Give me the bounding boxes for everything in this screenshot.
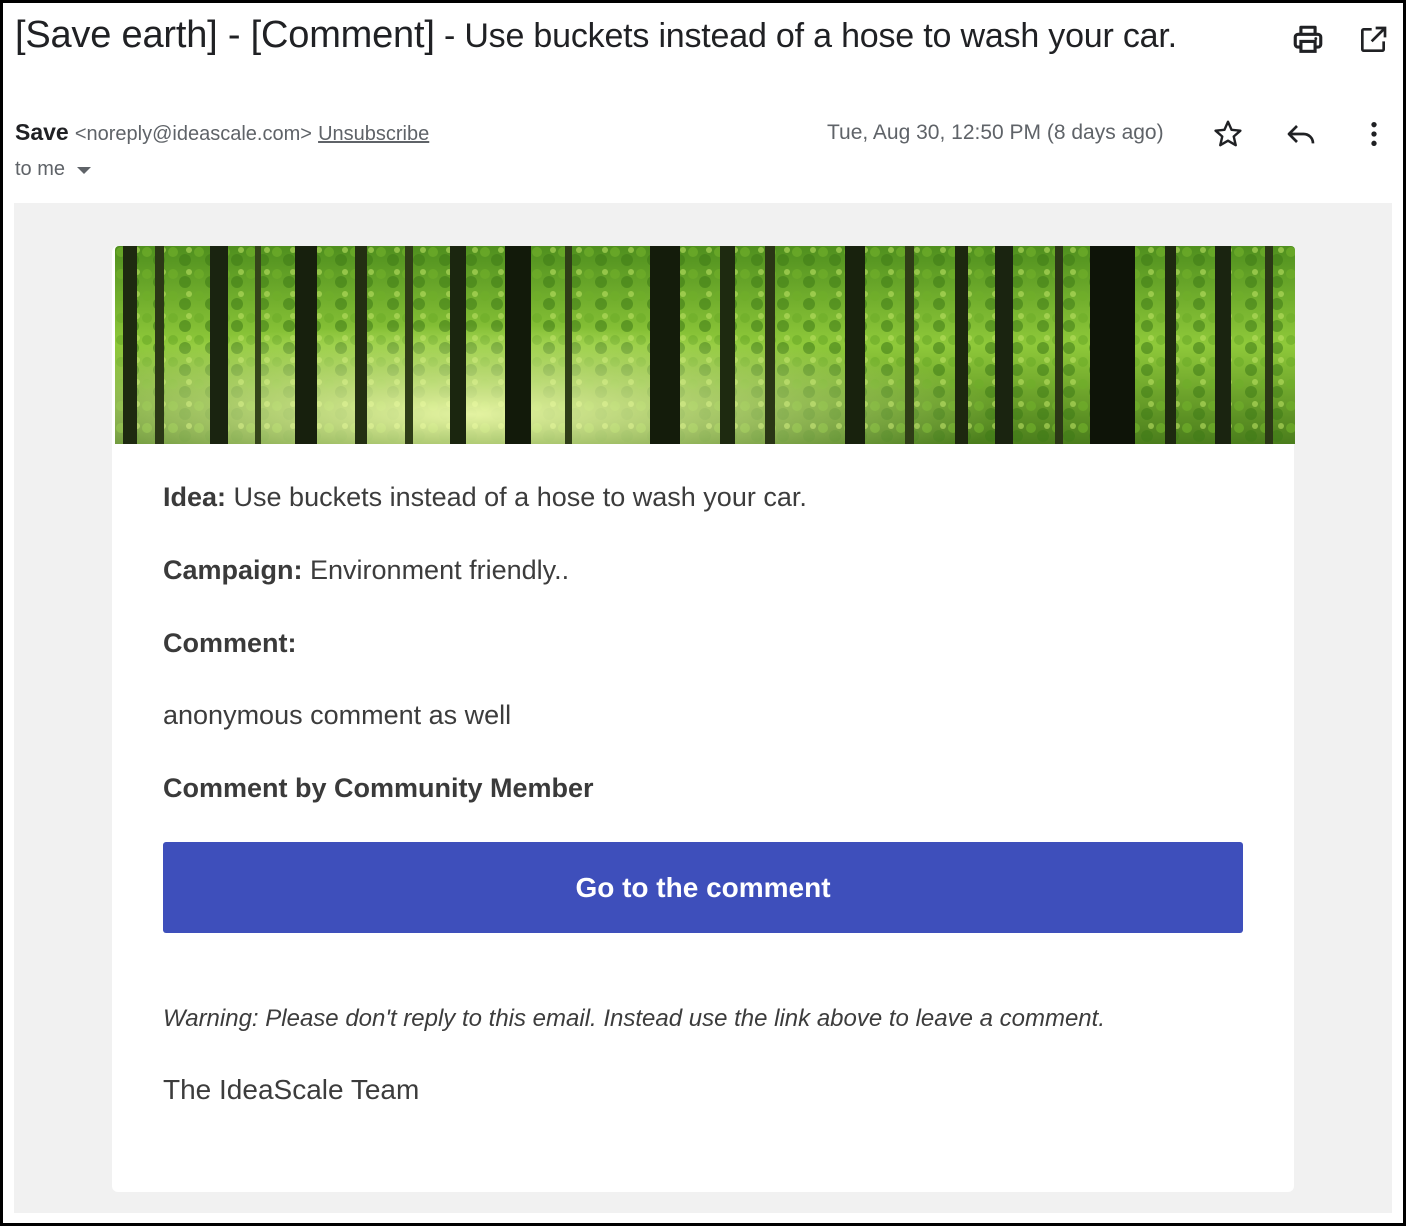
sender-name[interactable]: Save xyxy=(15,119,69,145)
campaign-value: Environment friendly.. xyxy=(302,555,570,585)
signoff-text: The IdeaScale Team xyxy=(163,1074,420,1105)
email-subject: [Save earth] - [Comment] - Use buckets i… xyxy=(15,14,1177,57)
forest-banner-image xyxy=(115,246,1295,444)
comment-text: anonymous comment as well xyxy=(163,700,512,730)
email-date: Tue, Aug 30, 12:50 PM (8 days ago) xyxy=(827,121,1164,144)
subject-text: - Use buckets instead of a hose to wash … xyxy=(434,17,1177,55)
campaign-label: Campaign: xyxy=(163,555,303,585)
idea-row: Idea: Use buckets instead of a hose to w… xyxy=(163,482,807,513)
comment-label: Comment: xyxy=(163,628,297,658)
dropdown-caret-icon xyxy=(77,167,92,174)
subject-tags: [Save earth] - [Comment] xyxy=(15,14,435,56)
comment-author: Comment by Community Member xyxy=(163,773,594,803)
print-icon xyxy=(1293,25,1323,53)
sender-email: <noreply@ideascale.com> xyxy=(74,123,312,145)
warning-text: Warning: Please don't reply to this emai… xyxy=(163,1005,1105,1032)
recipient-details-toggle[interactable]: to me xyxy=(15,158,92,181)
sender-line: Save <noreply@ideascale.com> Unsubscribe xyxy=(15,119,429,146)
more-vert-icon xyxy=(1371,122,1377,146)
star-icon xyxy=(1214,120,1242,147)
go-to-comment-button[interactable]: Go to the comment xyxy=(163,842,1243,933)
campaign-row: Campaign: Environment friendly.. xyxy=(163,555,569,586)
star-button[interactable] xyxy=(1210,116,1246,152)
recipient-label: to me xyxy=(15,158,66,180)
open-in-new-window-icon xyxy=(1361,26,1387,52)
reply-button[interactable] xyxy=(1283,116,1319,152)
reply-icon xyxy=(1287,125,1315,144)
idea-label: Idea: xyxy=(163,482,227,512)
open-in-new-window-button[interactable] xyxy=(1355,22,1391,58)
idea-value: Use buckets instead of a hose to wash yo… xyxy=(226,482,807,512)
more-options-button[interactable] xyxy=(1356,116,1392,152)
print-button[interactable] xyxy=(1290,22,1326,58)
unsubscribe-link[interactable]: Unsubscribe xyxy=(318,123,429,145)
